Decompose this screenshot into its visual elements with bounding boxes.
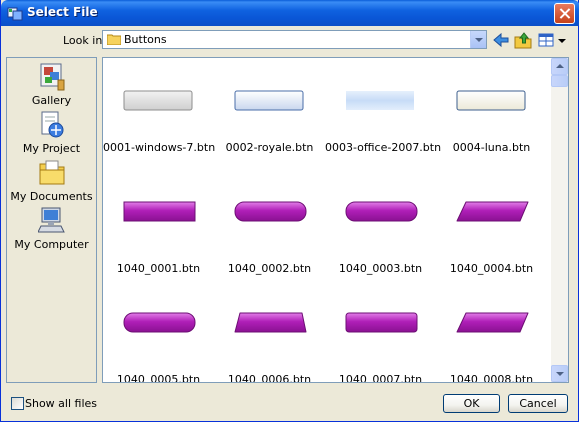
place-label: My Project bbox=[22, 142, 81, 155]
button-thumbnail bbox=[234, 90, 304, 111]
file-name: 0004-luna.btn bbox=[452, 141, 531, 154]
file-name: 1040_0005.btn bbox=[116, 373, 201, 383]
button-thumbnail bbox=[234, 201, 307, 222]
file-item[interactable]: 0002-royale.btn bbox=[214, 63, 325, 163]
close-button[interactable] bbox=[554, 3, 575, 24]
file-item[interactable]: 0004-luna.btn bbox=[436, 63, 547, 163]
title-bar[interactable]: Select File bbox=[1, 0, 579, 26]
button-thumbnail bbox=[346, 91, 414, 110]
my-project-icon bbox=[41, 111, 63, 138]
place-label: My Documents bbox=[10, 190, 93, 203]
back-arrow-icon[interactable] bbox=[491, 31, 511, 49]
gallery-icon bbox=[40, 63, 64, 91]
file-name: 1040_0007.btn bbox=[338, 373, 423, 383]
button-thumbnail bbox=[123, 312, 196, 333]
look-in-combo[interactable]: Buttons bbox=[102, 30, 487, 49]
file-item[interactable]: 1040_0002.btn bbox=[214, 174, 325, 275]
file-name: 0002-royale.btn bbox=[225, 141, 314, 154]
views-icon[interactable] bbox=[537, 31, 557, 49]
file-item[interactable]: 1040_0001.btn bbox=[103, 174, 214, 275]
my-documents-icon bbox=[39, 160, 64, 185]
my-computer-icon bbox=[37, 207, 65, 233]
cancel-button[interactable]: Cancel bbox=[508, 394, 568, 413]
file-item[interactable]: 1040_0004.btn bbox=[436, 174, 547, 275]
file-name: 1040_0002.btn bbox=[227, 262, 312, 275]
button-thumbnail bbox=[345, 201, 418, 222]
file-name: 1040_0006.btn bbox=[227, 373, 312, 383]
place-my-computer[interactable]: My Computer bbox=[7, 206, 96, 251]
button-thumbnail bbox=[456, 312, 529, 333]
views-dropdown-icon[interactable] bbox=[558, 39, 566, 43]
file-item[interactable]: 1040_0007.btn bbox=[325, 285, 436, 383]
button-thumbnail bbox=[456, 90, 526, 111]
file-name: 1040_0003.btn bbox=[338, 262, 423, 275]
show-all-files-checkbox[interactable] bbox=[11, 397, 24, 410]
scroll-thumb[interactable] bbox=[551, 75, 568, 87]
file-item[interactable]: 1040_0008.btn bbox=[436, 285, 547, 383]
window-title: Select File bbox=[27, 5, 98, 19]
button-thumbnail bbox=[123, 201, 196, 222]
ok-button[interactable]: OK bbox=[443, 394, 500, 413]
file-item[interactable]: 1040_0006.btn bbox=[214, 285, 325, 383]
scroll-down-button[interactable] bbox=[551, 365, 568, 382]
place-my-documents[interactable]: My Documents bbox=[7, 158, 96, 203]
chevron-down-icon[interactable] bbox=[470, 31, 486, 48]
button-thumbnail bbox=[456, 201, 529, 222]
place-label: Gallery bbox=[31, 94, 72, 107]
file-name: 1040_0008.btn bbox=[449, 373, 534, 383]
folder-icon bbox=[107, 34, 121, 45]
file-item[interactable]: 1040_0003.btn bbox=[325, 174, 436, 275]
file-list[interactable]: 0001-windows-7.btn 0002-royale.btn 0003-of… bbox=[102, 57, 569, 383]
place-gallery[interactable]: Gallery bbox=[7, 62, 96, 107]
vertical-scrollbar[interactable] bbox=[551, 58, 568, 382]
place-label: My Computer bbox=[14, 238, 89, 251]
file-item[interactable]: 0003-office-2007.btn bbox=[325, 63, 442, 163]
file-name: 0001-windows-7.btn bbox=[103, 141, 216, 154]
look-in-value: Buttons bbox=[124, 33, 167, 46]
place-my-project[interactable]: My Project bbox=[7, 110, 96, 155]
look-in-label: Look in: bbox=[63, 34, 106, 47]
scroll-up-button[interactable] bbox=[551, 58, 568, 75]
file-item[interactable]: 1040_0005.btn bbox=[103, 285, 214, 383]
show-all-files-label: Show all files bbox=[25, 397, 98, 410]
file-name: 1040_0001.btn bbox=[116, 262, 201, 275]
file-item[interactable]: 0001-windows-7.btn bbox=[103, 63, 216, 163]
places-bar: Gallery My Project My Documents My Compu… bbox=[6, 57, 97, 383]
button-thumbnail bbox=[345, 312, 418, 333]
select-file-dialog: Select File Look in: Buttons Gallery My … bbox=[0, 0, 579, 422]
file-name: 1040_0004.btn bbox=[449, 262, 534, 275]
up-folder-icon[interactable] bbox=[513, 31, 533, 49]
file-name: 0003-office-2007.btn bbox=[325, 141, 442, 154]
button-thumbnail bbox=[123, 90, 193, 111]
app-icon bbox=[7, 7, 23, 21]
button-thumbnail bbox=[234, 312, 307, 333]
